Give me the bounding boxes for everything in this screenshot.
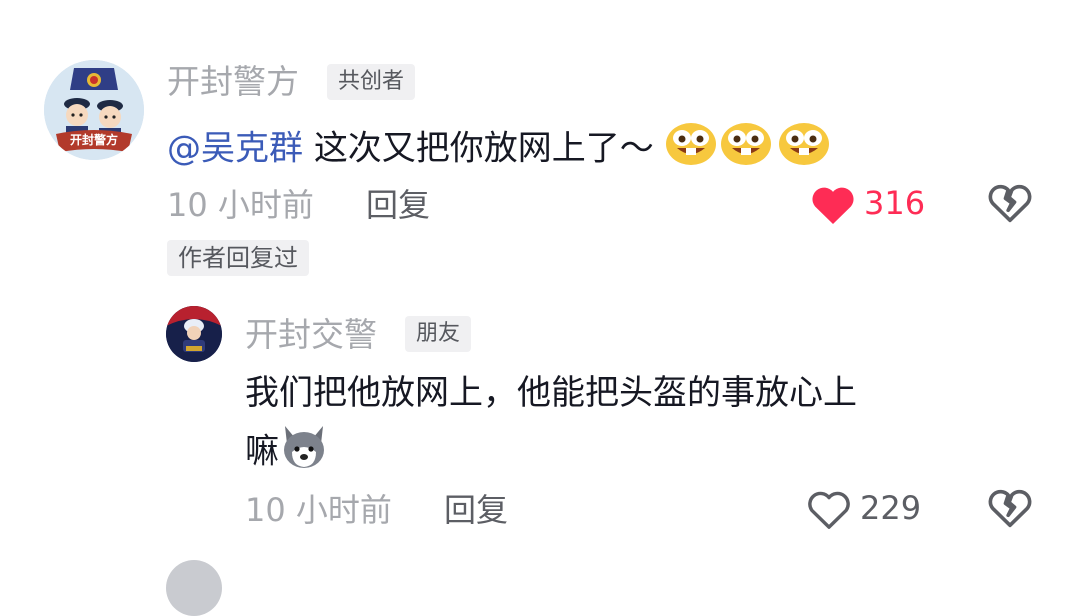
grin-teeth-emoji [775,120,833,180]
reply-avatar[interactable] [166,306,222,362]
traffic-police-avatar-image [166,306,222,362]
reply-dislike-button[interactable] [988,488,1032,532]
comment-author-name[interactable]: 开封警方 [167,62,299,102]
next-reply-avatar[interactable] [166,560,222,616]
reply-text-line1: 我们把他放网上，他能把头盔的事放心上 [245,373,857,413]
comment-text: @吴克群 这次又把你放网上了～ [167,120,833,180]
broken-heart-icon [988,184,1032,227]
friend-badge: 朋友 [405,316,472,352]
author-replied-tag: 作者回复过 [167,240,309,276]
reply-button[interactable]: 回复 [366,185,430,225]
comment-timestamp: 10 小时前 [167,186,314,224]
grin-teeth-emoji [717,120,775,180]
husky-dog-emoji [279,422,329,484]
like-count: 316 [864,184,926,222]
grin-teeth-emoji [665,120,717,180]
broken-heart-icon [988,489,1032,532]
heart-filled-icon [810,185,856,229]
reply-body-end: 嘛 [245,431,279,472]
reply-timestamp: 10 小时前 [245,491,392,529]
heart-outline-icon [806,490,852,534]
reply-text-line2: 嘛 [245,422,329,484]
dislike-button[interactable] [988,183,1032,227]
avatar-label: 开封警方 [69,133,118,147]
reply-author-name[interactable]: 开封交警 [245,315,377,355]
reply-like-count: 229 [860,489,922,527]
avatar[interactable]: 开封警方 [44,60,144,160]
mention-link[interactable]: @吴克群 [167,129,303,169]
comment-body: 这次又把你放网上了～ [313,128,654,169]
reply-reply-button[interactable]: 回复 [444,490,508,530]
cocreator-badge: 共创者 [327,64,416,100]
